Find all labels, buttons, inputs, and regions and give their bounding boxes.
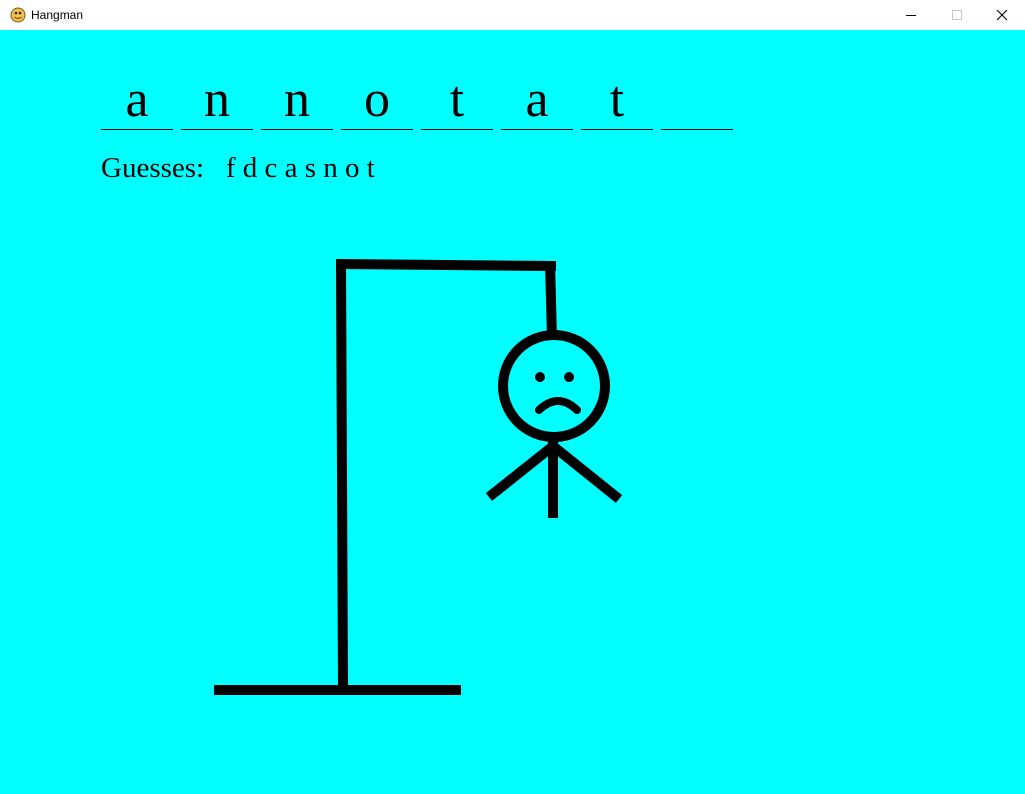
game-window: Hangman a n n o t a t Guesses: f d c a s… [0,0,1025,794]
close-icon [996,9,1008,21]
gallows-pole [336,261,348,691]
close-button[interactable] [979,0,1025,30]
snake-icon [10,7,26,23]
hangman-drawing [214,259,623,695]
rope [545,262,557,339]
hangman-right-eye [564,372,574,382]
maximize-button[interactable] [934,0,980,30]
minimize-icon [906,15,916,16]
hangman-left-eye [535,372,545,382]
hangman-right-arm [549,442,623,503]
game-canvas[interactable]: a n n o t a t Guesses: f d c a s n o t [0,30,1025,794]
hangman-frown [535,397,581,414]
title-bar[interactable]: Hangman [0,0,1025,30]
maximize-icon [952,10,962,20]
hangman-head [498,330,610,442]
gallows-beam [335,259,557,271]
window-title: Hangman [31,8,84,22]
hangman-left-arm [485,442,557,501]
minimize-button[interactable] [888,0,934,30]
